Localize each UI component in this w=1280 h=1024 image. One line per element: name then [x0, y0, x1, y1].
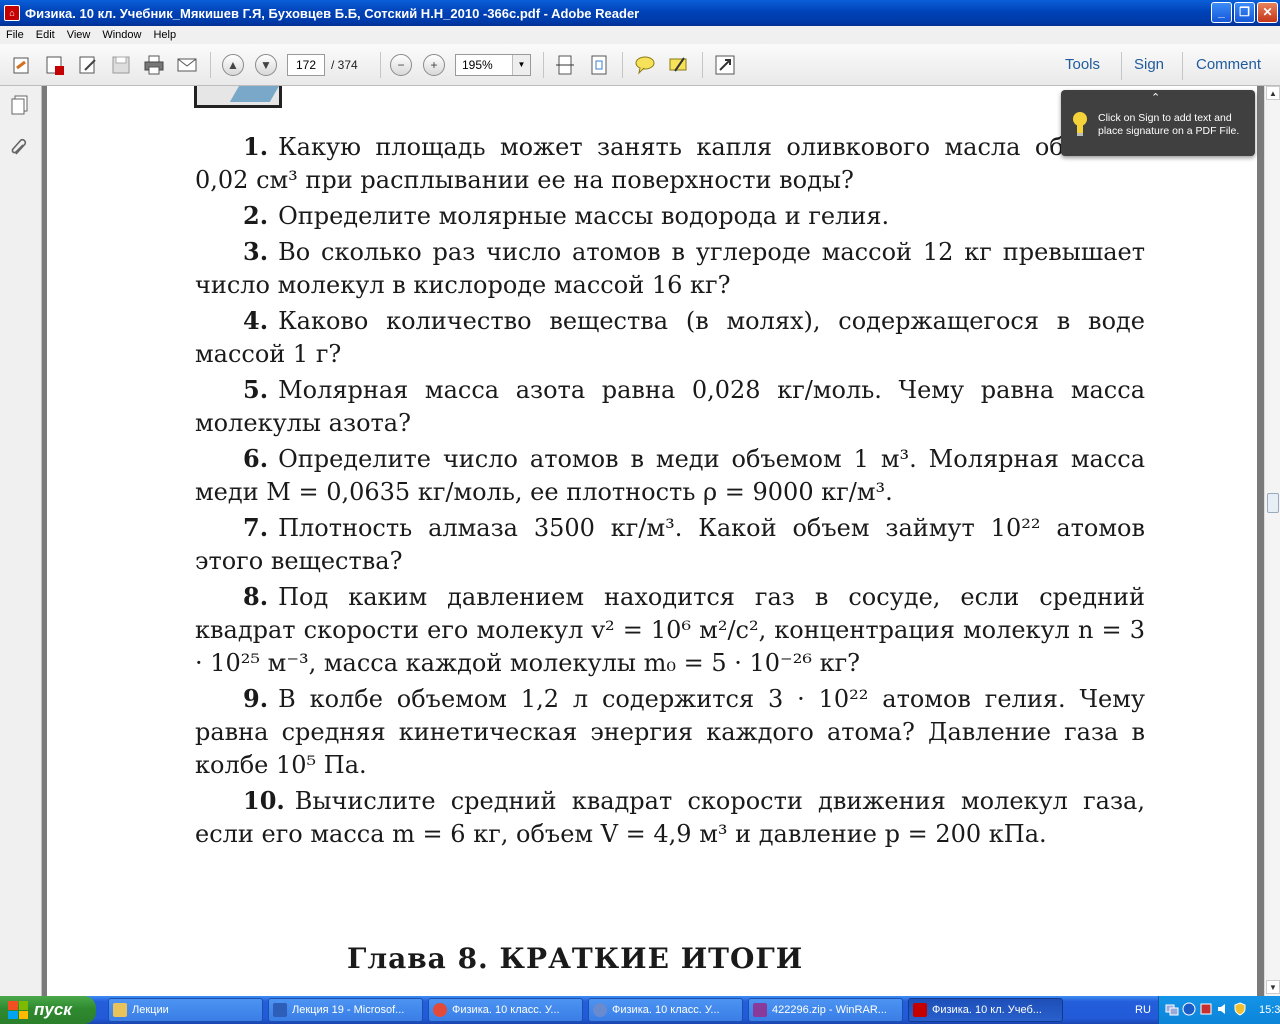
menu-view[interactable]: View — [61, 29, 97, 41]
problem-item: 5. Молярная масса азота равна 0,028 кг/мо… — [195, 375, 1145, 437]
browser-icon — [593, 1003, 607, 1017]
maximize-button[interactable]: ❐ — [1234, 2, 1255, 23]
previous-page-button[interactable]: ▲ — [221, 53, 245, 77]
create-pdf-icon[interactable] — [43, 53, 67, 77]
zoom-out-button[interactable]: − — [389, 53, 413, 77]
save-icon[interactable] — [109, 53, 133, 77]
zoom-value: 195% — [462, 58, 493, 72]
adobe-reader-icon: ⌂ — [4, 5, 20, 21]
minus-icon: − — [390, 54, 412, 76]
toolbar-separator — [702, 52, 703, 78]
close-button[interactable]: ✕ — [1257, 2, 1278, 23]
sign-tooltip: ⌃ Click on Sign to add text and place si… — [1061, 90, 1255, 156]
window-title: Физика. 10 кл. Учебник_Мякишев Г.Я, Бухо… — [25, 5, 640, 21]
problem-item: 3. Во сколько раз число атомов в углероде… — [195, 237, 1145, 299]
problem-item: 4. Каково количество вещества (в молях), … — [195, 306, 1145, 368]
toolbar-separator — [380, 52, 381, 78]
zoom-select[interactable]: 195% ▼ — [455, 54, 531, 76]
menu-file[interactable]: File — [0, 29, 30, 41]
taskbar-item-adobe-reader[interactable]: Физика. 10 кл. Учеб... — [908, 998, 1063, 1022]
toolbar-separator — [543, 52, 544, 78]
problem-item: 2. Определите молярные массы водорода и г… — [243, 201, 890, 230]
chevron-down-icon[interactable]: ▼ — [512, 55, 530, 75]
fit-width-icon[interactable] — [553, 53, 577, 77]
tray-network-icon[interactable] — [1165, 1002, 1179, 1019]
windows-flag-icon — [8, 1001, 28, 1019]
menu-window[interactable]: Window — [96, 29, 147, 41]
plus-icon: + — [423, 54, 445, 76]
scroll-up-icon[interactable]: ▲ — [1266, 86, 1280, 100]
problem-item: 8. Под каким давлением находится газ в со… — [195, 582, 1145, 677]
fullscreen-icon[interactable] — [713, 53, 737, 77]
comment-pane-button[interactable]: Comment — [1196, 56, 1261, 73]
tray-volume-icon[interactable] — [1216, 1002, 1230, 1019]
tray-security-icon[interactable] — [1233, 1001, 1247, 1019]
problem-item: 1. Какую площадь может занять капля оливк… — [195, 132, 1145, 194]
menu-help[interactable]: Help — [147, 29, 182, 41]
start-label: пуск — [34, 1000, 72, 1019]
tooltip-text: Click on Sign to add text and place sign… — [1098, 112, 1240, 137]
tray-antivirus-icon[interactable] — [1199, 1002, 1213, 1019]
fit-page-icon[interactable] — [587, 53, 611, 77]
problem-item: 9. В колбе объемом 1,2 л содержится 3 · 1… — [195, 684, 1145, 779]
adobe-reader-icon — [913, 1003, 927, 1017]
word-icon — [273, 1003, 287, 1017]
chrome-icon — [433, 1003, 447, 1017]
print-icon[interactable] — [142, 53, 166, 77]
problem-item: 7. Плотность алмаза 3500 кг/м³. Какой объ… — [195, 513, 1145, 575]
taskbar-item-word-doc[interactable]: Лекция 19 - Microsof... — [268, 998, 423, 1022]
page-total: / 374 — [331, 58, 358, 72]
taskbar: пуск Лекции Лекция 19 - Microsof... Физи… — [0, 996, 1280, 1024]
taskbar-item-winrar[interactable]: 422296.zip - WinRAR... — [748, 998, 903, 1022]
email-icon[interactable] — [175, 53, 199, 77]
toolbar: ▲ ▼ 172 / 374 − + 195% ▼ Tools Sign Comm… — [0, 44, 1280, 86]
menu-bar: File Edit View Window Help — [0, 26, 1280, 44]
vertical-scrollbar[interactable]: ▲ ▼ — [1264, 86, 1280, 996]
page-thumbnails-icon[interactable] — [9, 94, 31, 121]
toolbar-separator — [210, 52, 211, 78]
chevron-up-icon[interactable]: ⌃ — [1151, 92, 1160, 105]
page-header-graphic — [194, 86, 282, 108]
toolbar-separator — [622, 52, 623, 78]
lightbulb-icon — [1073, 112, 1087, 136]
taskbar-item-chrome[interactable]: Физика. 10 класс. У... — [428, 998, 583, 1022]
problem-item: 10. Вычислите средний квадрат скорости дв… — [195, 786, 1145, 848]
document-view[interactable]: 1. Какую площадь может занять капля оливк… — [42, 86, 1264, 996]
navigation-panel — [0, 86, 42, 996]
open-icon[interactable] — [10, 53, 34, 77]
menu-edit[interactable]: Edit — [30, 29, 61, 41]
sign-pane-button[interactable]: Sign — [1134, 56, 1164, 73]
problem-item: 6. Определите число атомов в меди объемом… — [195, 444, 1145, 506]
scroll-down-icon[interactable]: ▼ — [1266, 980, 1280, 994]
zoom-in-button[interactable]: + — [422, 53, 446, 77]
toolbar-separator — [1121, 52, 1122, 80]
attachments-paperclip-icon[interactable] — [9, 136, 31, 163]
edit-icon[interactable] — [76, 53, 100, 77]
minimize-button[interactable]: _ — [1211, 2, 1232, 23]
tools-pane-button[interactable]: Tools — [1065, 56, 1100, 73]
scroll-thumb[interactable] — [1267, 493, 1279, 513]
taskbar-item-lectures-folder[interactable]: Лекции — [108, 998, 263, 1022]
toolbar-separator — [1182, 52, 1183, 80]
title-bar: ⌂ Физика. 10 кл. Учебник_Мякишев Г.Я, Бу… — [0, 0, 1280, 26]
winrar-icon — [753, 1003, 767, 1017]
highlight-icon[interactable] — [666, 53, 690, 77]
pdf-page: 1. Какую площадь может занять капля оливк… — [47, 86, 1257, 996]
problems-list: 1. Какую площадь может занять капля оливк… — [195, 130, 1145, 853]
clock[interactable]: 15:38 — [1259, 1004, 1280, 1016]
start-button[interactable]: пуск — [0, 996, 96, 1024]
system-tray: 15:38 — [1158, 996, 1280, 1024]
arrow-down-icon: ▼ — [255, 54, 277, 76]
language-indicator[interactable]: RU — [1135, 1004, 1151, 1016]
page-number-input[interactable]: 172 — [287, 54, 325, 76]
arrow-up-icon: ▲ — [222, 54, 244, 76]
tray-bluetooth-icon[interactable] — [1182, 1002, 1196, 1019]
folder-icon — [113, 1003, 127, 1017]
taskbar-item-browser[interactable]: Физика. 10 класс. У... — [588, 998, 743, 1022]
chapter-heading: Глава 8. КРАТКИЕ ИТОГИ — [347, 942, 804, 975]
comment-bubble-icon[interactable] — [633, 53, 657, 77]
next-page-button[interactable]: ▼ — [254, 53, 278, 77]
